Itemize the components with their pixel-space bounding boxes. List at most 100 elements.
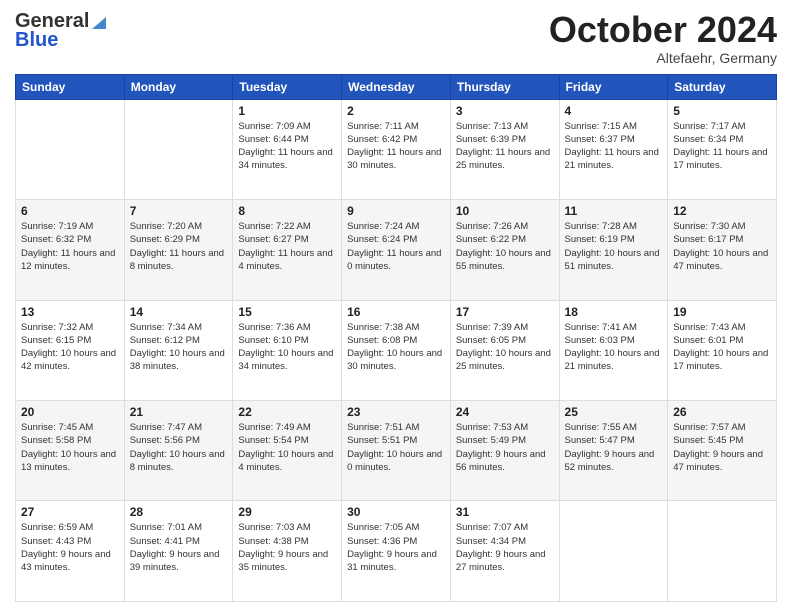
month-title: October 2024 [549,10,777,50]
table-row: 11 Sunrise: 7:28 AMSunset: 6:19 PMDayligh… [559,200,668,300]
day-info: Sunrise: 7:34 AMSunset: 6:12 PMDaylight:… [130,321,228,374]
day-info: Sunrise: 7:45 AMSunset: 5:58 PMDaylight:… [21,421,119,474]
table-row [668,501,777,602]
col-wednesday: Wednesday [342,74,451,99]
table-row: 16 Sunrise: 7:38 AMSunset: 6:08 PMDayligh… [342,300,451,400]
table-row: 21 Sunrise: 7:47 AMSunset: 5:56 PMDayligh… [124,401,233,501]
table-row: 14 Sunrise: 7:34 AMSunset: 6:12 PMDayligh… [124,300,233,400]
day-number: 19 [673,305,771,319]
day-number: 17 [456,305,554,319]
day-number: 27 [21,505,119,519]
table-row: 19 Sunrise: 7:43 AMSunset: 6:01 PMDayligh… [668,300,777,400]
day-number: 10 [456,204,554,218]
day-info: Sunrise: 7:15 AMSunset: 6:37 PMDaylight:… [565,120,663,173]
day-number: 16 [347,305,445,319]
day-info: Sunrise: 7:20 AMSunset: 6:29 PMDaylight:… [130,220,228,273]
day-info: Sunrise: 7:30 AMSunset: 6:17 PMDaylight:… [673,220,771,273]
day-number: 26 [673,405,771,419]
day-info: Sunrise: 7:09 AMSunset: 6:44 PMDaylight:… [238,120,336,173]
day-info: Sunrise: 7:53 AMSunset: 5:49 PMDaylight:… [456,421,554,474]
table-row: 17Sunrise: 7:39 AMSunset: 6:05 PMDayligh… [450,300,559,400]
day-number: 12 [673,204,771,218]
table-row: 5 Sunrise: 7:17 AMSunset: 6:34 PMDaylight… [668,99,777,199]
day-number: 13 [21,305,119,319]
day-info: Sunrise: 7:01 AMSunset: 4:41 PMDaylight:… [130,521,228,574]
day-info: Sunrise: 7:57 AMSunset: 5:45 PMDaylight:… [673,421,771,474]
day-number: 1 [238,104,336,118]
day-number: 23 [347,405,445,419]
table-row: 22 Sunrise: 7:49 AMSunset: 5:54 PMDayligh… [233,401,342,501]
day-info: Sunrise: 7:24 AMSunset: 6:24 PMDaylight:… [347,220,445,273]
day-number: 9 [347,204,445,218]
day-number: 29 [238,505,336,519]
day-info: Sunrise: 7:38 AMSunset: 6:08 PMDaylight:… [347,321,445,374]
table-row: 24 Sunrise: 7:53 AMSunset: 5:49 PMDayligh… [450,401,559,501]
table-row: 10 Sunrise: 7:26 AMSunset: 6:22 PMDayligh… [450,200,559,300]
day-number: 6 [21,204,119,218]
day-info: Sunrise: 7:32 AMSunset: 6:15 PMDaylight:… [21,321,119,374]
day-info: Sunrise: 7:19 AMSunset: 6:32 PMDaylight:… [21,220,119,273]
day-info: Sunrise: 7:26 AMSunset: 6:22 PMDaylight:… [456,220,554,273]
day-info: Sunrise: 7:49 AMSunset: 5:54 PMDaylight:… [238,421,336,474]
table-row: 15Sunrise: 7:36 AMSunset: 6:10 PMDayligh… [233,300,342,400]
calendar-week-row: 6 Sunrise: 7:19 AMSunset: 6:32 PMDaylight… [16,200,777,300]
table-row: 30 Sunrise: 7:05 AMSunset: 4:36 PMDayligh… [342,501,451,602]
day-number: 22 [238,405,336,419]
table-row: 1 Sunrise: 7:09 AMSunset: 6:44 PMDaylight… [233,99,342,199]
day-number: 28 [130,505,228,519]
calendar-week-row: 13 Sunrise: 7:32 AMSunset: 6:15 PMDayligh… [16,300,777,400]
day-number: 18 [565,305,663,319]
day-info: Sunrise: 7:11 AMSunset: 6:42 PMDaylight:… [347,120,445,173]
table-row: 3 Sunrise: 7:13 AMSunset: 6:39 PMDaylight… [450,99,559,199]
calendar-header-row: Sunday Monday Tuesday Wednesday Thursday… [16,74,777,99]
day-number: 30 [347,505,445,519]
day-info: Sunrise: 6:59 AMSunset: 4:43 PMDaylight:… [21,521,119,574]
col-thursday: Thursday [450,74,559,99]
calendar-week-row: 20 Sunrise: 7:45 AMSunset: 5:58 PMDayligh… [16,401,777,501]
day-number: 2 [347,104,445,118]
title-block: October 2024 Altefaehr, Germany [549,10,777,66]
day-number: 21 [130,405,228,419]
day-info: Sunrise: 7:43 AMSunset: 6:01 PMDaylight:… [673,321,771,374]
table-row: 18 Sunrise: 7:41 AMSunset: 6:03 PMDayligh… [559,300,668,400]
table-row: 23 Sunrise: 7:51 AMSunset: 5:51 PMDayligh… [342,401,451,501]
day-info: Sunrise: 7:28 AMSunset: 6:19 PMDaylight:… [565,220,663,273]
page: General Blue October 2024 Altefaehr, Ger… [0,0,792,612]
col-tuesday: Tuesday [233,74,342,99]
day-number: 4 [565,104,663,118]
location-subtitle: Altefaehr, Germany [549,50,777,66]
table-row: 20 Sunrise: 7:45 AMSunset: 5:58 PMDayligh… [16,401,125,501]
table-row [16,99,125,199]
day-info: Sunrise: 7:55 AMSunset: 5:47 PMDaylight:… [565,421,663,474]
table-row: 25Sunrise: 7:55 AMSunset: 5:47 PMDayligh… [559,401,668,501]
day-info: Sunrise: 7:51 AMSunset: 5:51 PMDaylight:… [347,421,445,474]
day-info: Sunrise: 7:22 AMSunset: 6:27 PMDaylight:… [238,220,336,273]
day-info: Sunrise: 7:07 AMSunset: 4:34 PMDaylight:… [456,521,554,574]
day-number: 31 [456,505,554,519]
table-row: 7Sunrise: 7:20 AMSunset: 6:29 PMDaylight… [124,200,233,300]
calendar-week-row: 1 Sunrise: 7:09 AMSunset: 6:44 PMDaylight… [16,99,777,199]
table-row: 29Sunrise: 7:03 AMSunset: 4:38 PMDayligh… [233,501,342,602]
day-number: 14 [130,305,228,319]
day-number: 24 [456,405,554,419]
day-info: Sunrise: 7:47 AMSunset: 5:56 PMDaylight:… [130,421,228,474]
day-number: 11 [565,204,663,218]
day-info: Sunrise: 7:41 AMSunset: 6:03 PMDaylight:… [565,321,663,374]
table-row: 8Sunrise: 7:22 AMSunset: 6:27 PMDaylight… [233,200,342,300]
day-number: 20 [21,405,119,419]
table-row: 28 Sunrise: 7:01 AMSunset: 4:41 PMDayligh… [124,501,233,602]
col-saturday: Saturday [668,74,777,99]
header: General Blue October 2024 Altefaehr, Ger… [15,10,777,66]
table-row: 4 Sunrise: 7:15 AMSunset: 6:37 PMDaylight… [559,99,668,199]
day-number: 3 [456,104,554,118]
day-number: 5 [673,104,771,118]
calendar-week-row: 27 Sunrise: 6:59 AMSunset: 4:43 PMDayligh… [16,501,777,602]
table-row: 6 Sunrise: 7:19 AMSunset: 6:32 PMDaylight… [16,200,125,300]
day-info: Sunrise: 7:13 AMSunset: 6:39 PMDaylight:… [456,120,554,173]
day-info: Sunrise: 7:17 AMSunset: 6:34 PMDaylight:… [673,120,771,173]
table-row: 26 Sunrise: 7:57 AMSunset: 5:45 PMDayligh… [668,401,777,501]
table-row [559,501,668,602]
day-info: Sunrise: 7:05 AMSunset: 4:36 PMDaylight:… [347,521,445,574]
col-friday: Friday [559,74,668,99]
table-row: 2 Sunrise: 7:11 AMSunset: 6:42 PMDaylight… [342,99,451,199]
